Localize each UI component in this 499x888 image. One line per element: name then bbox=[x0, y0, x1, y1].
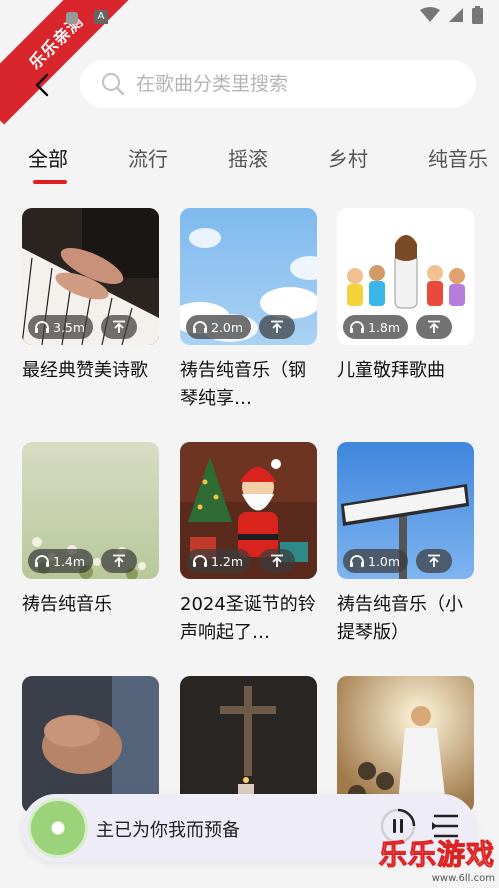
upload-icon bbox=[271, 554, 284, 567]
upload-icon bbox=[428, 554, 441, 567]
upload-icon bbox=[428, 320, 441, 333]
playlist-cover: 1.8m bbox=[337, 208, 474, 345]
headphones-icon bbox=[193, 555, 207, 567]
watermark-title: 乐乐游戏 bbox=[378, 838, 495, 872]
playlist-title: 祷告纯音乐（小提琴版） bbox=[337, 594, 463, 643]
playlist-title: 最经典赞美诗歌 bbox=[22, 360, 148, 381]
play-count: 3.5m bbox=[53, 319, 86, 335]
tab-rock[interactable]: 摇滚 bbox=[228, 143, 268, 172]
playlist-card[interactable]: 3.5m 最经典赞美诗歌 bbox=[22, 208, 159, 413]
play-count: 1.2m bbox=[211, 553, 244, 569]
system-icons bbox=[420, 6, 483, 24]
notification-icon bbox=[66, 12, 78, 24]
watermark: 乐乐游戏 www.6ll.com bbox=[378, 833, 495, 885]
album-disc[interactable] bbox=[28, 798, 88, 858]
playlist-card[interactable]: 2.0m 祷告纯音乐（钢琴纯享… bbox=[180, 208, 317, 413]
active-tab-indicator bbox=[33, 180, 67, 184]
share-button[interactable] bbox=[416, 549, 453, 573]
play-count-badge: 1.4m bbox=[28, 549, 94, 573]
play-count: 1.0m bbox=[368, 553, 401, 569]
share-button[interactable] bbox=[101, 315, 138, 339]
back-button[interactable] bbox=[28, 70, 58, 100]
playlist-card[interactable]: 1.8m 儿童敬拜歌曲 bbox=[337, 208, 474, 413]
playlist-card[interactable] bbox=[180, 676, 317, 813]
playlist-cover bbox=[22, 676, 159, 813]
playlist-card[interactable] bbox=[337, 676, 474, 813]
tab-pop[interactable]: 流行 bbox=[128, 143, 168, 172]
app-notification-icon: A bbox=[94, 10, 108, 24]
playlist-card[interactable] bbox=[22, 676, 159, 813]
upload-icon bbox=[113, 554, 126, 567]
search-input[interactable] bbox=[136, 73, 436, 95]
playlist-title: 2024圣诞节的铃声响起了… bbox=[180, 594, 316, 643]
play-count-badge: 2.0m bbox=[186, 315, 252, 339]
headphones-icon bbox=[350, 555, 364, 567]
playlist-cover: 1.0m bbox=[337, 442, 474, 579]
play-count-badge: 3.5m bbox=[28, 315, 94, 339]
share-button[interactable] bbox=[416, 315, 453, 339]
upload-icon bbox=[271, 320, 284, 333]
playlist-card[interactable]: 1.4m 祷告纯音乐 bbox=[22, 442, 159, 647]
headphones-icon bbox=[350, 321, 364, 333]
playlist-cover: 3.5m bbox=[22, 208, 159, 345]
now-playing-title[interactable]: 主已为你我而预备 bbox=[96, 816, 240, 842]
playlist-card[interactable]: 1.0m 祷告纯音乐（小提琴版） bbox=[337, 442, 474, 647]
wifi-icon bbox=[420, 7, 440, 22]
upload-icon bbox=[113, 320, 126, 333]
play-count-badge: 1.8m bbox=[343, 315, 409, 339]
playlist-title: 祷告纯音乐（钢琴纯享… bbox=[180, 360, 306, 409]
chevron-left-icon bbox=[35, 73, 49, 97]
tab-instrumental[interactable]: 纯音乐 bbox=[428, 143, 488, 172]
playlist-cover: 2.0m bbox=[180, 208, 317, 345]
category-tabs: 全部 流行 摇滚 乡村 纯音乐 bbox=[0, 143, 499, 187]
headphones-icon bbox=[193, 321, 207, 333]
playlist-title: 祷告纯音乐 bbox=[22, 594, 112, 615]
playlist-title: 儿童敬拜歌曲 bbox=[337, 360, 445, 381]
play-count: 1.4m bbox=[53, 553, 86, 569]
play-count-badge: 1.0m bbox=[343, 549, 409, 573]
play-count-badge: 1.2m bbox=[186, 549, 252, 573]
share-button[interactable] bbox=[101, 549, 138, 573]
playlist-cover: 1.4m bbox=[22, 442, 159, 579]
search-box[interactable] bbox=[80, 60, 476, 108]
headphones-icon bbox=[35, 321, 49, 333]
share-button[interactable] bbox=[259, 315, 296, 339]
tab-country[interactable]: 乡村 bbox=[328, 143, 368, 172]
playlist-cover: 1.2m bbox=[180, 442, 317, 579]
search-icon bbox=[101, 72, 125, 96]
battery-icon bbox=[472, 6, 483, 24]
watermark-url: www.6ll.com bbox=[431, 873, 495, 884]
header bbox=[0, 60, 499, 110]
playlist-cover bbox=[337, 676, 474, 813]
signal-icon bbox=[449, 8, 463, 22]
play-count: 2.0m bbox=[211, 319, 244, 335]
playlist-cover bbox=[180, 676, 317, 813]
headphones-icon bbox=[35, 555, 49, 567]
tab-all[interactable]: 全部 bbox=[28, 143, 68, 172]
play-count: 1.8m bbox=[368, 319, 401, 335]
status-bar: 乐乐亲测 A bbox=[0, 0, 499, 125]
playlist-card[interactable]: 1.2m 2024圣诞节的铃声响起了… bbox=[180, 442, 317, 647]
share-button[interactable] bbox=[259, 549, 296, 573]
